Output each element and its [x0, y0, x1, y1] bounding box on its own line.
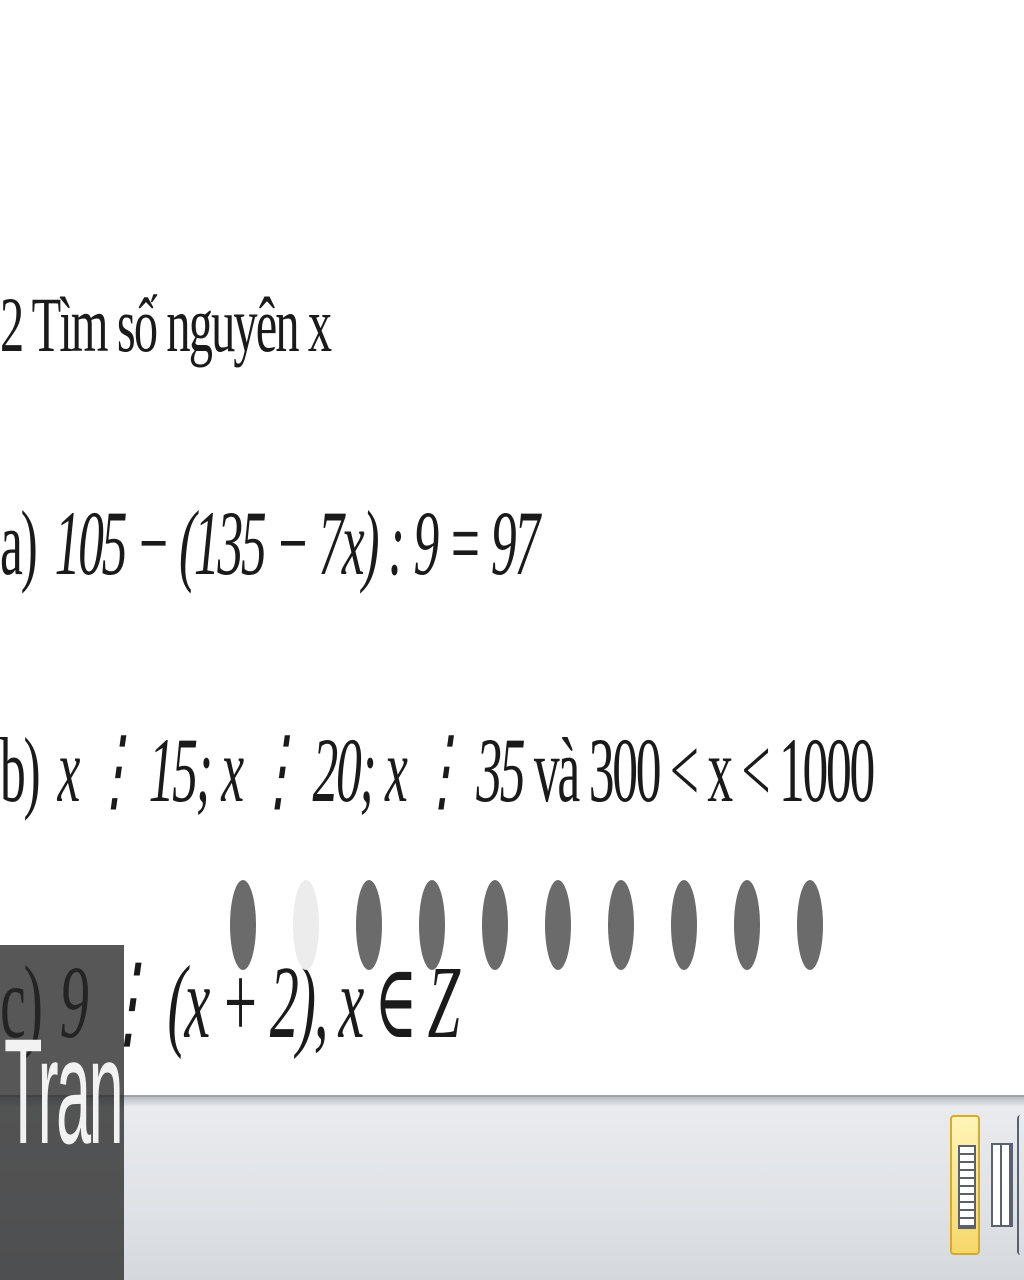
watermark-text: Tran — [4, 1007, 124, 1175]
slide-dot[interactable] — [608, 880, 634, 970]
slide-dot[interactable] — [230, 880, 256, 970]
item-expression: 105 − (135 − 7x) : 9 = 97 — [54, 492, 541, 594]
print-layout-icon — [958, 1145, 976, 1229]
item-condition: và 300 < x < 1000 — [533, 719, 875, 821]
slide-dot[interactable] — [419, 880, 445, 970]
full-screen-reading-icon — [991, 1143, 1013, 1227]
web-layout-button[interactable] — [1017, 1115, 1024, 1255]
exercise-item-a: a) 105 − (135 − 7x) : 9 = 97 — [0, 490, 541, 596]
slide-dot[interactable] — [482, 880, 508, 970]
status-bar — [0, 1095, 1024, 1280]
screen: 2 Tìm số nguyên x a) 105 − (135 − 7x) : 9… — [0, 0, 1024, 1280]
watermark-overlay: Tran — [0, 945, 124, 1280]
slide-indicator — [230, 880, 830, 972]
print-layout-button[interactable] — [950, 1115, 980, 1255]
slide-dot[interactable] — [734, 880, 760, 970]
slide-dot[interactable] — [293, 880, 319, 970]
slide-dot[interactable] — [671, 880, 697, 970]
slide-dot[interactable] — [545, 880, 571, 970]
full-screen-reading-button[interactable] — [988, 1115, 1014, 1255]
slide-dot[interactable] — [356, 880, 382, 970]
item-label: a) — [0, 492, 38, 594]
document-page: 2 Tìm số nguyên x a) 105 − (135 − 7x) : 9… — [0, 0, 1024, 1100]
exercise-item-b: b) x ⋮ 15; x ⋮ 20; x ⋮ 35 và 300 < x < 10… — [0, 716, 875, 823]
item-label: b) — [0, 719, 41, 821]
item-expression: x ⋮ 15; x ⋮ 20; x ⋮ 35 — [57, 719, 525, 821]
slide-dot[interactable] — [797, 880, 823, 970]
exercise-title: 2 Tìm số nguyên x — [0, 281, 332, 368]
